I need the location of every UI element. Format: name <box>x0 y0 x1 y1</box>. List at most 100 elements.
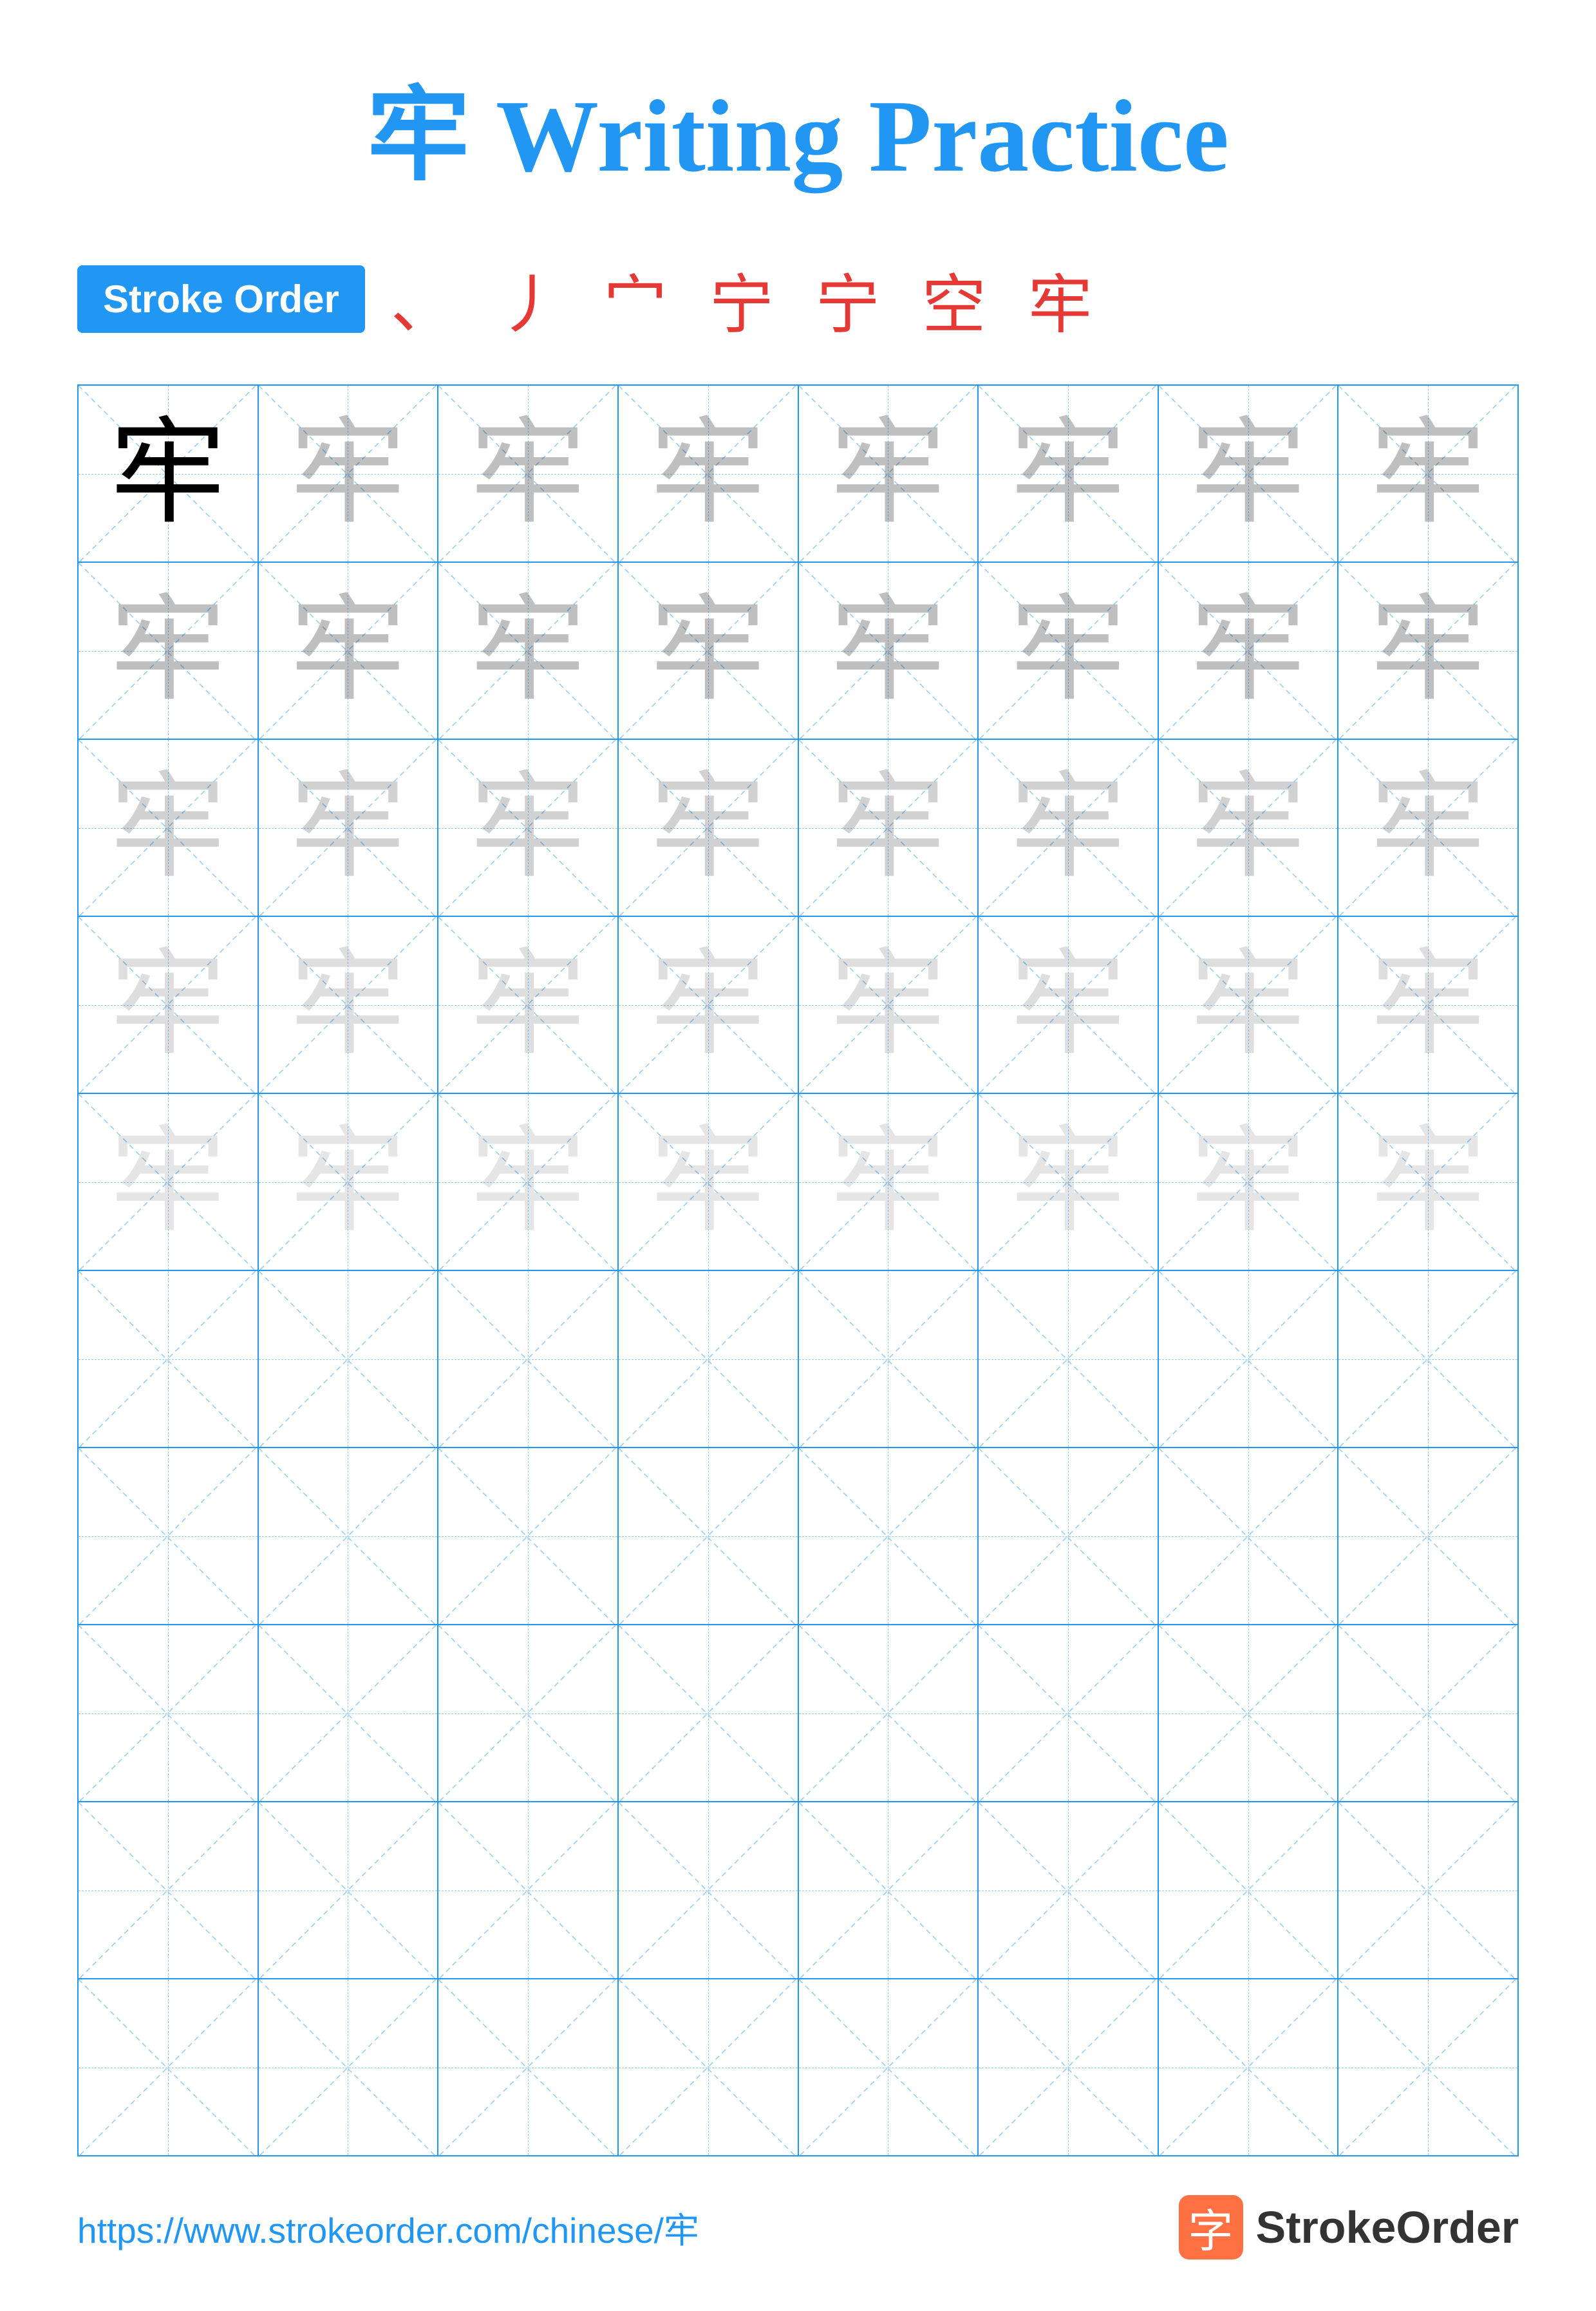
grid-cell-empty <box>78 1625 258 1802</box>
char-ghost: 牢 <box>470 947 586 1063</box>
grid-cell: 牢 <box>1158 385 1338 562</box>
grid-cell: 牢 <box>978 739 1158 916</box>
stroke-order-chars: 、 丿 宀 宁 宁 空 牢 <box>391 252 1105 346</box>
grid-cell-empty <box>438 1270 618 1448</box>
char-ghost: 牢 <box>1190 593 1306 709</box>
footer: https://www.strokeorder.com/chinese/牢 字 … <box>77 2156 1519 2259</box>
char-ghost: 牢 <box>110 1124 226 1240</box>
table-row <box>78 1625 1518 1802</box>
footer-logo-icon: 字 <box>1179 2195 1243 2259</box>
grid-cell-empty <box>1158 1625 1338 1802</box>
grid-cell-empty <box>258 1625 438 1802</box>
grid-cell: 牢 <box>438 1093 618 1270</box>
char-ghost: 牢 <box>1190 1124 1306 1240</box>
char-ghost: 牢 <box>290 1124 406 1240</box>
grid-cell: 牢 <box>978 385 1158 562</box>
grid-cell-empty <box>1338 1270 1518 1448</box>
grid-cell-empty <box>978 1802 1158 1979</box>
grid-cell-empty <box>78 1448 258 1625</box>
char-ghost: 牢 <box>1190 416 1306 532</box>
grid-cell: 牢 <box>798 739 979 916</box>
grid-cell-empty <box>978 1270 1158 1448</box>
char-ghost: 牢 <box>1370 1124 1486 1240</box>
char-ghost: 牢 <box>470 770 586 886</box>
grid-cell-empty <box>618 1448 798 1625</box>
grid-cell-empty <box>258 1270 438 1448</box>
grid-cell-empty <box>438 1625 618 1802</box>
grid-cell-empty <box>798 1625 979 1802</box>
grid-cell-empty <box>978 1979 1158 2156</box>
grid-cell-empty <box>1338 1448 1518 1625</box>
grid-cell-empty <box>798 1448 979 1625</box>
char-ghost: 牢 <box>290 770 406 886</box>
grid-cell-empty <box>1338 1802 1518 1979</box>
grid-cell-empty <box>1338 1625 1518 1802</box>
grid-cell-empty <box>618 1270 798 1448</box>
footer-url[interactable]: https://www.strokeorder.com/chinese/牢 <box>77 2202 699 2253</box>
grid-cell-empty <box>1158 1448 1338 1625</box>
grid-cell: 牢 <box>438 385 618 562</box>
title-suffix: Writing Practice <box>470 79 1229 193</box>
grid-cell-empty <box>78 1270 258 1448</box>
char-ghost: 牢 <box>830 947 946 1063</box>
grid-cell: 牢 <box>978 916 1158 1093</box>
char-ghost: 牢 <box>290 593 406 709</box>
grid-cell-empty <box>798 1979 979 2156</box>
stroke-order-badge: Stroke Order <box>77 265 365 333</box>
grid-cell: 牢 <box>1158 739 1338 916</box>
table-row <box>78 1448 1518 1625</box>
grid-cell: 牢 <box>78 739 258 916</box>
grid-cell: 牢 <box>258 385 438 562</box>
grid-cell: 牢 <box>618 1093 798 1270</box>
grid-cell: 牢 <box>618 916 798 1093</box>
grid-cell: 牢 <box>438 562 618 739</box>
grid-cell-empty <box>438 1448 618 1625</box>
grid-cell: 牢 <box>1338 916 1518 1093</box>
char-ghost: 牢 <box>1190 947 1306 1063</box>
char-ghost: 牢 <box>1010 416 1126 532</box>
grid-cell: 牢 <box>78 916 258 1093</box>
char-ghost: 牢 <box>650 770 766 886</box>
grid-cell: 牢 <box>1158 1093 1338 1270</box>
grid-cell: 牢 <box>978 562 1158 739</box>
grid-cell-empty <box>618 1625 798 1802</box>
grid-cell: 牢 <box>78 1093 258 1270</box>
grid-cell-empty <box>258 1448 438 1625</box>
char-ghost: 牢 <box>110 947 226 1063</box>
grid-cell: 牢 <box>438 739 618 916</box>
table-row <box>78 1802 1518 1979</box>
grid-cell: 牢 <box>1158 916 1338 1093</box>
grid-cell: 牢 <box>618 385 798 562</box>
grid-cell-empty <box>1158 1270 1338 1448</box>
footer-brand-name: StrokeOrder <box>1256 2202 1519 2253</box>
grid-cell: 牢 <box>258 739 438 916</box>
char-ghost: 牢 <box>290 416 406 532</box>
grid-cell-empty <box>798 1802 979 1979</box>
grid-cell: 牢 <box>258 562 438 739</box>
grid-cell: 牢 <box>798 1093 979 1270</box>
grid-cell: 牢 <box>618 562 798 739</box>
grid-cell: 牢 <box>1158 562 1338 739</box>
grid-cell: 牢 <box>978 1093 1158 1270</box>
grid-cell-empty <box>798 1270 979 1448</box>
grid-cell-empty <box>618 1979 798 2156</box>
grid-cell: 牢 <box>438 916 618 1093</box>
grid-cell-empty <box>978 1625 1158 1802</box>
char-ghost: 牢 <box>470 593 586 709</box>
char-ghost: 牢 <box>1370 947 1486 1063</box>
grid-cell: 牢 <box>258 1093 438 1270</box>
table-row: 牢 牢 牢 牢 牢 牢 牢 <box>78 739 1518 916</box>
table-row: 牢 牢 牢 牢 牢 牢 牢 <box>78 385 1518 562</box>
table-row <box>78 1979 1518 2156</box>
char-ghost: 牢 <box>650 593 766 709</box>
char-ghost: 牢 <box>110 593 226 709</box>
char-ghost: 牢 <box>830 593 946 709</box>
char-ghost: 牢 <box>290 947 406 1063</box>
grid-cell: 牢 <box>258 916 438 1093</box>
char-ghost: 牢 <box>830 1124 946 1240</box>
grid-cell-empty <box>438 1979 618 2156</box>
grid-cell: 牢 <box>1338 739 1518 916</box>
grid-cell-empty <box>1158 1979 1338 2156</box>
table-row: 牢 牢 牢 牢 牢 牢 牢 <box>78 1093 1518 1270</box>
char-solid: 牢 <box>110 416 226 532</box>
